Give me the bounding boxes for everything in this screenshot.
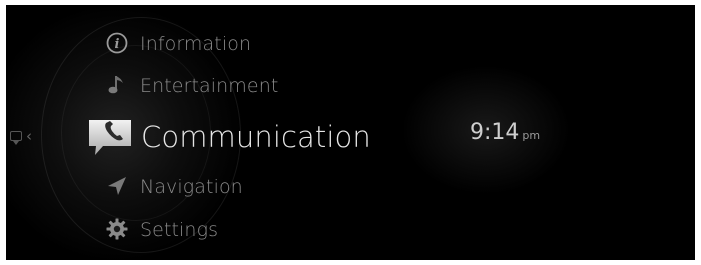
- menu-item-label: Entertainment: [140, 75, 279, 97]
- left-panel-handle[interactable]: ‹: [10, 126, 42, 145]
- navigation-arrow-icon: [106, 175, 128, 197]
- menu-item-label: Information: [140, 33, 252, 55]
- music-note-icon: [106, 73, 128, 97]
- infotainment-screen: ‹ i Information Entertainment Communicat…: [6, 5, 695, 260]
- svg-text:i: i: [115, 37, 120, 52]
- clock: 9:14 pm: [470, 120, 540, 145]
- menu-item-navigation[interactable]: Navigation: [102, 172, 243, 202]
- info-icon: i: [106, 32, 128, 54]
- gear-icon: [106, 218, 128, 240]
- menu-item-communication[interactable]: Communication: [84, 111, 371, 163]
- menu-item-information[interactable]: i Information: [102, 29, 251, 59]
- menu-item-label: Settings: [140, 219, 219, 241]
- menu-item-settings[interactable]: Settings: [102, 215, 218, 245]
- clock-time: 9:14: [470, 120, 520, 145]
- menu-item-label: Navigation: [140, 176, 243, 198]
- chevron-left-icon: ‹: [26, 126, 32, 145]
- message-bubble-icon: [10, 131, 22, 145]
- menu-item-entertainment[interactable]: Entertainment: [102, 71, 278, 101]
- clock-ampm: pm: [522, 129, 541, 142]
- menu-item-label: Communication: [141, 120, 371, 154]
- phone-icon: [86, 113, 134, 161]
